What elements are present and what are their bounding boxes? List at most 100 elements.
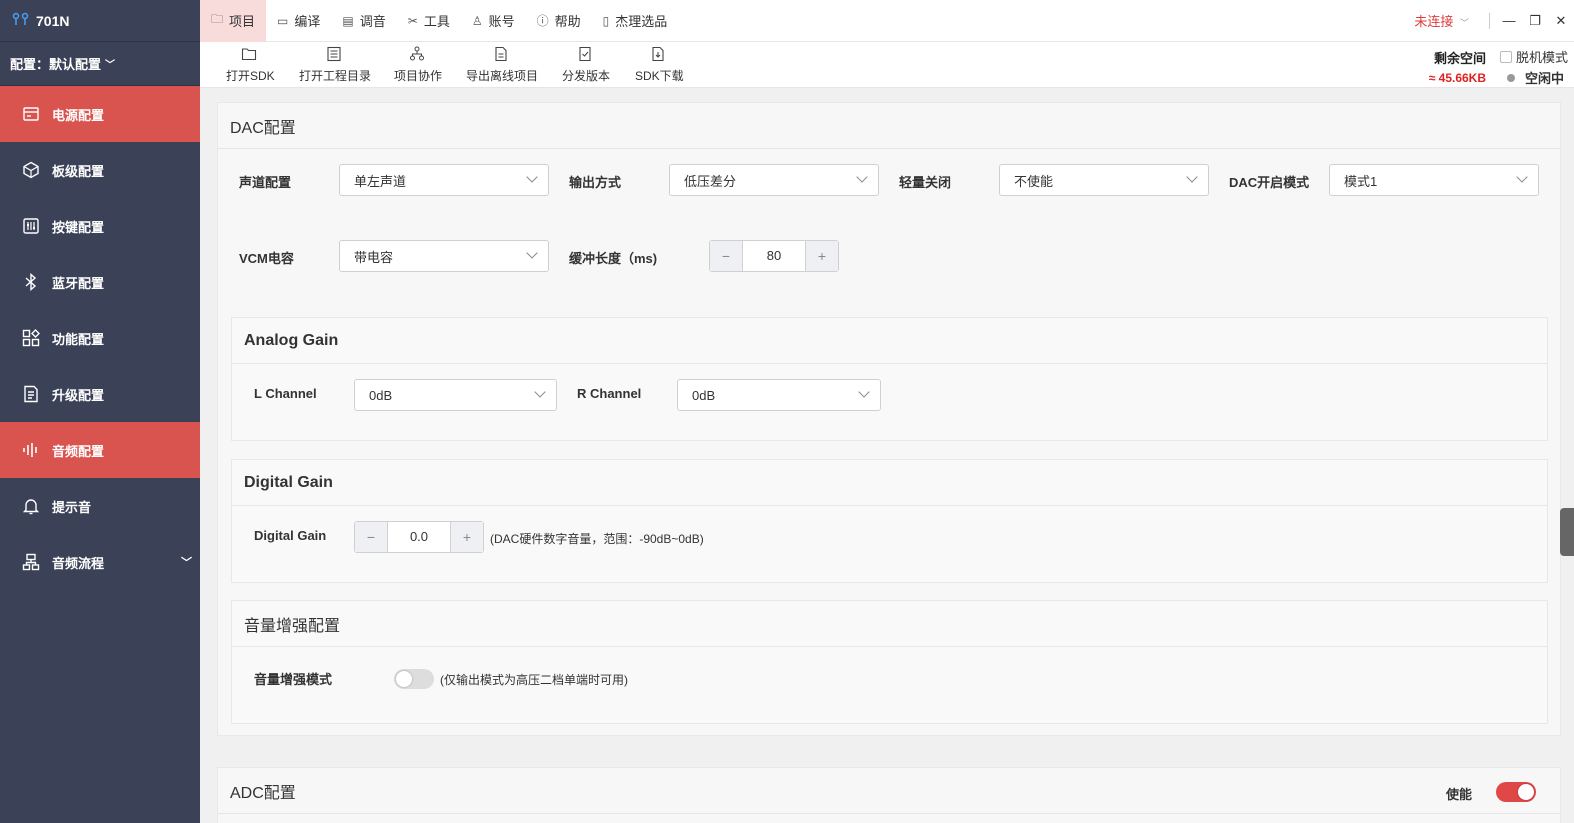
light-off-label: 轻量关闭 <box>899 175 952 190</box>
chevron-down-icon: ﹀ <box>105 60 116 71</box>
close-icon[interactable]: ✕ <box>1548 13 1574 29</box>
export-icon <box>493 46 511 64</box>
volume-boost-label: 音量增强模式 <box>254 672 333 687</box>
tools-icon: ✂ <box>407 13 418 28</box>
sidebar-item-keys[interactable]: 按键配置 <box>0 198 200 254</box>
plus-icon[interactable]: + <box>806 241 838 271</box>
menu-label: 工具 <box>423 14 450 29</box>
adc-enable-toggle[interactable] <box>1496 782 1536 802</box>
open-project-dir-button[interactable]: 打开工程目录 <box>299 46 371 86</box>
chevron-down-icon <box>1516 171 1528 183</box>
menu-tuning[interactable]: ▤ 调音 <box>331 0 396 42</box>
adc-card-title: ADC配置 <box>218 768 1560 814</box>
side-drawer-tab[interactable] <box>1560 508 1574 556</box>
sidebar-item-label: 音频流程 <box>52 555 105 571</box>
tool-label: 导出离线项目 <box>466 69 539 83</box>
volume-boost-toggle[interactable] <box>394 669 434 689</box>
app-brand: 701N <box>0 0 200 42</box>
minus-icon[interactable]: − <box>355 522 387 552</box>
menu-bar: 🗀 项目 ▭ 编译 ▤ 调音 ✂ 工具 ♙ 账号 ⓘ 帮助 ▯ 杰理选品 未连接… <box>200 0 1574 42</box>
minus-icon[interactable]: − <box>710 241 742 271</box>
sidebar-item-power[interactable]: 电源配置 <box>0 86 200 142</box>
sidebar-item-label: 功能配置 <box>52 331 105 347</box>
connection-label: 未连接 <box>1414 14 1454 29</box>
dac-open-mode-select[interactable]: 模式1 <box>1329 164 1539 196</box>
audio-config-icon <box>22 441 40 459</box>
offline-mode-checkbox[interactable]: 脱机模式 <box>1499 47 1568 66</box>
distribute-version-button[interactable]: 分发版本 <box>562 46 610 86</box>
vcm-cap-select[interactable]: 带电容 <box>339 240 549 272</box>
tool-label: 项目协作 <box>394 69 443 83</box>
menu-account[interactable]: ♙ 账号 <box>461 0 526 42</box>
output-mode-select[interactable]: 低压差分 <box>669 164 879 196</box>
power-config-icon <box>22 105 40 123</box>
menu-tools[interactable]: ✂ 工具 <box>397 0 461 42</box>
config-selector-label: 配置：默认配置 <box>10 57 102 72</box>
chevron-down-icon[interactable]: ﹀ <box>181 554 192 570</box>
tool-label: 打开SDK <box>226 69 275 83</box>
volume-boost-hint: (仅输出模式为高压二档单端时可用) <box>440 673 628 687</box>
project-collab-button[interactable]: 项目协作 <box>394 46 442 86</box>
menu-label: 帮助 <box>554 14 581 29</box>
adc-enable-label: 使能 <box>1445 787 1472 802</box>
l-channel-select[interactable]: 0dB <box>354 379 557 411</box>
plus-icon[interactable]: + <box>451 522 483 552</box>
open-sdk-button[interactable]: 打开SDK <box>226 46 275 86</box>
sidebar-item-prompt-tone[interactable]: 提示音 <box>0 478 200 534</box>
menu-compile[interactable]: ▭ 编译 <box>266 0 331 42</box>
collaboration-icon <box>409 46 427 64</box>
minimize-icon[interactable]: — <box>1496 13 1522 28</box>
select-value: 0dB <box>692 387 716 403</box>
sidebar-item-board[interactable]: 板级配置 <box>0 142 200 198</box>
restore-icon[interactable]: ❐ <box>1522 13 1548 29</box>
buffer-length-label: 缓冲长度（ms) <box>569 251 658 266</box>
channel-config-select[interactable]: 单左声道 <box>339 164 549 196</box>
output-mode-label: 输出方式 <box>569 175 622 190</box>
sidebar-item-bluetooth[interactable]: 蓝牙配置 <box>0 254 200 310</box>
sdk-download-button[interactable]: SDK下载 <box>635 46 684 86</box>
menu-label: 项目 <box>229 14 256 29</box>
tool-label: SDK下载 <box>635 69 684 83</box>
config-selector[interactable]: 配置：默认配置 ﹀ <box>0 42 200 86</box>
sidebar-item-function[interactable]: 功能配置 <box>0 310 200 366</box>
connection-status[interactable]: 未连接 ﹀ <box>1414 11 1469 30</box>
status-dot-icon <box>1506 74 1515 82</box>
analog-gain-card: Analog Gain L Channel 0dB R Channel 0dB <box>231 317 1548 441</box>
device-logo-icon <box>12 12 30 29</box>
toggle-knob <box>1518 784 1534 800</box>
space-value: ≈ 45.66KB <box>1428 71 1486 85</box>
sidebar-item-label: 板级配置 <box>52 163 105 179</box>
chevron-down-icon <box>526 247 538 259</box>
upgrade-config-icon <box>22 385 40 403</box>
sidebar-item-audio[interactable]: 音频配置 <box>0 422 200 478</box>
r-channel-label: R Channel <box>577 386 642 401</box>
menu-label: 杰理选品 <box>615 14 668 29</box>
sidebar-item-upgrade[interactable]: 升级配置 <box>0 366 200 422</box>
bluetooth-icon <box>22 273 40 291</box>
bell-icon <box>22 497 40 515</box>
list-icon <box>326 46 344 64</box>
dac-card-title: DAC配置 <box>218 103 1560 149</box>
folder-open-icon <box>241 46 259 64</box>
l-channel-label: L Channel <box>254 386 317 401</box>
stepper-value[interactable]: 80 <box>742 241 806 271</box>
digital-gain-hint: (DAC硬件数字音量，范围：-90dB~0dB) <box>490 532 704 546</box>
select-value: 带电容 <box>354 249 394 265</box>
digital-gain-stepper[interactable]: − 0.0 + <box>354 521 484 553</box>
menu-label: 调音 <box>359 14 386 29</box>
sidebar-item-label: 蓝牙配置 <box>52 275 105 291</box>
volume-boost-title: 音量增强配置 <box>232 601 1547 647</box>
menu-label: 账号 <box>488 14 515 29</box>
key-config-icon <box>22 217 40 235</box>
sidebar-item-label: 按键配置 <box>52 219 105 235</box>
menu-project[interactable]: 🗀 项目 <box>200 0 267 42</box>
light-off-select[interactable]: 不使能 <box>999 164 1209 196</box>
menu-help[interactable]: ⓘ 帮助 <box>526 0 592 42</box>
sidebar-item-audio-flow[interactable]: 音频流程 ﹀ <box>0 534 200 590</box>
r-channel-select[interactable]: 0dB <box>677 379 881 411</box>
buffer-length-stepper[interactable]: − 80 + <box>709 240 839 272</box>
export-offline-button[interactable]: 导出离线项目 <box>466 46 538 86</box>
toggle-knob <box>396 671 412 687</box>
menu-product-selection[interactable]: ▯ 杰理选品 <box>592 0 679 42</box>
stepper-value[interactable]: 0.0 <box>387 522 451 552</box>
